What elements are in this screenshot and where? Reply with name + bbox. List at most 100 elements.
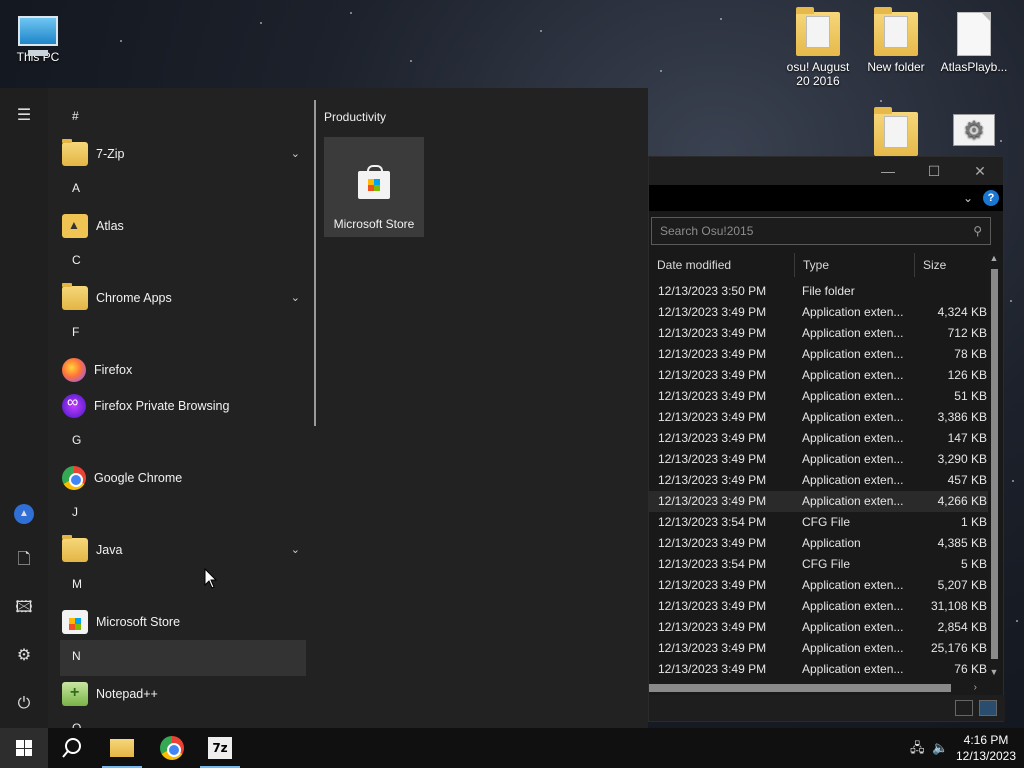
app-item-google-chrome[interactable]: Google Chrome — [60, 460, 306, 496]
scroll-right-icon[interactable]: › — [974, 681, 977, 695]
pictures-icon[interactable]: 🖾 — [0, 584, 48, 632]
app-label: Firefox Private Browsing — [94, 399, 230, 413]
section-letter[interactable]: # — [60, 100, 306, 136]
search-input[interactable]: Search Osu!2015 ⚲ — [651, 217, 991, 245]
tile-microsoft-store[interactable]: Microsoft Store — [324, 137, 424, 237]
minimize-icon[interactable]: — — [865, 157, 911, 185]
file-row[interactable]: 12/13/2023 3:49 PM Application exten... 14… — [649, 428, 989, 449]
taskbar-7zip[interactable]: 7z — [196, 728, 244, 768]
file-row[interactable]: 12/13/2023 3:49 PM Application exten... 51… — [649, 386, 989, 407]
section-letter[interactable]: F — [60, 316, 306, 352]
document-icon[interactable]: 🗋 — [0, 536, 48, 584]
section-letter[interactable]: G — [60, 424, 306, 460]
file-row[interactable]: 12/13/2023 3:49 PM Application exten... 78… — [649, 344, 989, 365]
file-size: 78 KB — [954, 347, 987, 361]
power-icon[interactable]: ⏻ — [0, 680, 48, 728]
taskbar: 7z 🖧 🔈 4:16 PM 12/13/2023 — [0, 728, 1024, 768]
maximize-icon[interactable]: ☐ — [911, 157, 957, 185]
desktop-icon-folder[interactable] — [858, 107, 934, 160]
app-item-notepad-[interactable]: Notepad++ — [60, 676, 306, 712]
start-button[interactable] — [0, 728, 48, 768]
help-icon[interactable]: ? — [983, 190, 999, 206]
file-size: 1 KB — [960, 515, 987, 529]
file-row[interactable]: 12/13/2023 3:49 PM Application exten... 5,… — [649, 575, 989, 596]
file-row[interactable]: 12/13/2023 3:54 PM CFG File 1 KB — [649, 512, 989, 533]
column-size[interactable]: Size — [915, 253, 989, 277]
file-row[interactable]: 12/13/2023 3:49 PM Application exten... 4,… — [649, 302, 989, 323]
app-item-microsoft-store[interactable]: Microsoft Store — [60, 604, 306, 640]
desktop-icon-new-folder[interactable]: New folder — [858, 7, 934, 74]
file-row[interactable]: 12/13/2023 3:49 PM Application exten... 2,… — [649, 617, 989, 638]
file-type: CFG File — [802, 557, 850, 571]
section-letter[interactable]: N — [60, 640, 306, 676]
file-type: Application exten... — [802, 662, 904, 676]
horizontal-scrollbar[interactable]: › — [649, 681, 989, 695]
section-letter[interactable]: A — [60, 172, 306, 208]
app-label: Firefox — [94, 363, 133, 377]
file-row[interactable]: 12/13/2023 3:49 PM Application exten... 3,… — [649, 407, 989, 428]
scroll-up-icon[interactable]: ▲ — [988, 253, 1000, 263]
expand-ribbon-icon[interactable]: ⌄ — [963, 191, 973, 205]
file-row[interactable]: 12/13/2023 3:49 PM Application exten... 71… — [649, 323, 989, 344]
file-type: Application exten... — [802, 326, 904, 340]
file-row[interactable]: 12/13/2023 3:49 PM Application exten... 25… — [649, 638, 989, 659]
app-item-chrome-apps[interactable]: Chrome Apps ⌄ — [60, 280, 306, 316]
app-item-7-zip[interactable]: 7-Zip ⌄ — [60, 136, 306, 172]
details-view-icon[interactable] — [955, 700, 973, 716]
scroll-thumb[interactable] — [991, 269, 998, 659]
section-letter[interactable]: C — [60, 244, 306, 280]
file-date-modified: 12/13/2023 3:49 PM — [658, 389, 767, 403]
file-date-modified: 12/13/2023 3:49 PM — [658, 305, 767, 319]
menu-icon[interactable]: ☰ — [0, 92, 48, 140]
search-button[interactable] — [48, 728, 96, 768]
file-date-modified: 12/13/2023 3:49 PM — [658, 473, 767, 487]
chrome-icon — [160, 736, 184, 760]
file-row[interactable]: 12/13/2023 3:49 PM Application exten... 3,… — [649, 449, 989, 470]
file-size: 25,176 KB — [930, 641, 987, 655]
file-row[interactable]: 12/13/2023 3:49 PM Application exten... 31… — [649, 596, 989, 617]
firefox-icon — [62, 358, 86, 382]
network-icon[interactable]: 🖧 — [910, 728, 925, 768]
file-row[interactable]: 12/13/2023 3:54 PM CFG File 5 KB — [649, 554, 989, 575]
app-item-firefox[interactable]: Firefox — [60, 352, 306, 388]
section-letter[interactable]: M — [60, 568, 306, 604]
desktop-icon-this-pc[interactable]: This PC — [0, 12, 76, 64]
file-row[interactable]: 12/13/2023 3:49 PM Application 4,385 KB — [649, 533, 989, 554]
list-scrollbar[interactable] — [314, 100, 316, 426]
volume-icon[interactable]: 🔈 — [932, 728, 948, 768]
folder-icon — [62, 535, 88, 562]
close-icon[interactable]: ✕ — [957, 157, 1003, 185]
section-letter[interactable]: J — [60, 496, 306, 532]
settings-icon[interactable]: ⚙ — [0, 632, 48, 680]
file-type: Application exten... — [802, 494, 904, 508]
file-size — [915, 281, 989, 302]
column-type[interactable]: Type — [795, 253, 915, 277]
tile-group-title: Productivity — [324, 110, 387, 124]
file-row[interactable]: 12/13/2023 3:50 PM File folder — [649, 281, 989, 302]
app-item-firefox-private-browsing[interactable]: Firefox Private Browsing — [60, 388, 306, 424]
taskbar-chrome[interactable] — [148, 728, 196, 768]
file-row[interactable]: 12/13/2023 3:49 PM Application exten... 76… — [649, 659, 989, 680]
atlas-user-icon[interactable]: ▲ — [0, 488, 48, 536]
scroll-thumb[interactable] — [649, 684, 951, 692]
file-row[interactable]: 12/13/2023 3:49 PM Application exten... 12… — [649, 365, 989, 386]
vertical-scrollbar[interactable]: ▲ ▼ — [988, 253, 1000, 677]
column-date-modified[interactable]: Date modified — [649, 253, 795, 277]
file-row[interactable]: 12/13/2023 3:49 PM Application exten... 45… — [649, 470, 989, 491]
chevron-down-icon[interactable]: ⌄ — [291, 291, 300, 304]
ribbon-bar: ⌄ ? — [649, 185, 1003, 211]
desktop-icon-osu-folder[interactable]: osu! August 20 2016 — [780, 7, 856, 88]
taskbar-clock[interactable]: 4:16 PM 12/13/2023 — [948, 732, 1024, 764]
folder-icon — [62, 283, 88, 310]
chevron-down-icon[interactable]: ⌄ — [291, 147, 300, 160]
file-row[interactable]: 12/13/2023 3:49 PM Application exten... 4,… — [649, 491, 989, 512]
chevron-down-icon[interactable]: ⌄ — [291, 543, 300, 556]
file-size: 147 KB — [947, 431, 987, 445]
desktop-icon-settings-file[interactable] — [936, 108, 1012, 150]
desktop-icon-atlas-playbook[interactable]: AtlasPlayb... — [936, 12, 1012, 74]
app-item-atlas[interactable]: Atlas — [60, 208, 306, 244]
app-item-java[interactable]: Java ⌄ — [60, 532, 306, 568]
scroll-down-icon[interactable]: ▼ — [988, 667, 1000, 677]
large-icons-view-icon[interactable] — [979, 700, 997, 716]
taskbar-file-explorer[interactable] — [98, 728, 146, 768]
